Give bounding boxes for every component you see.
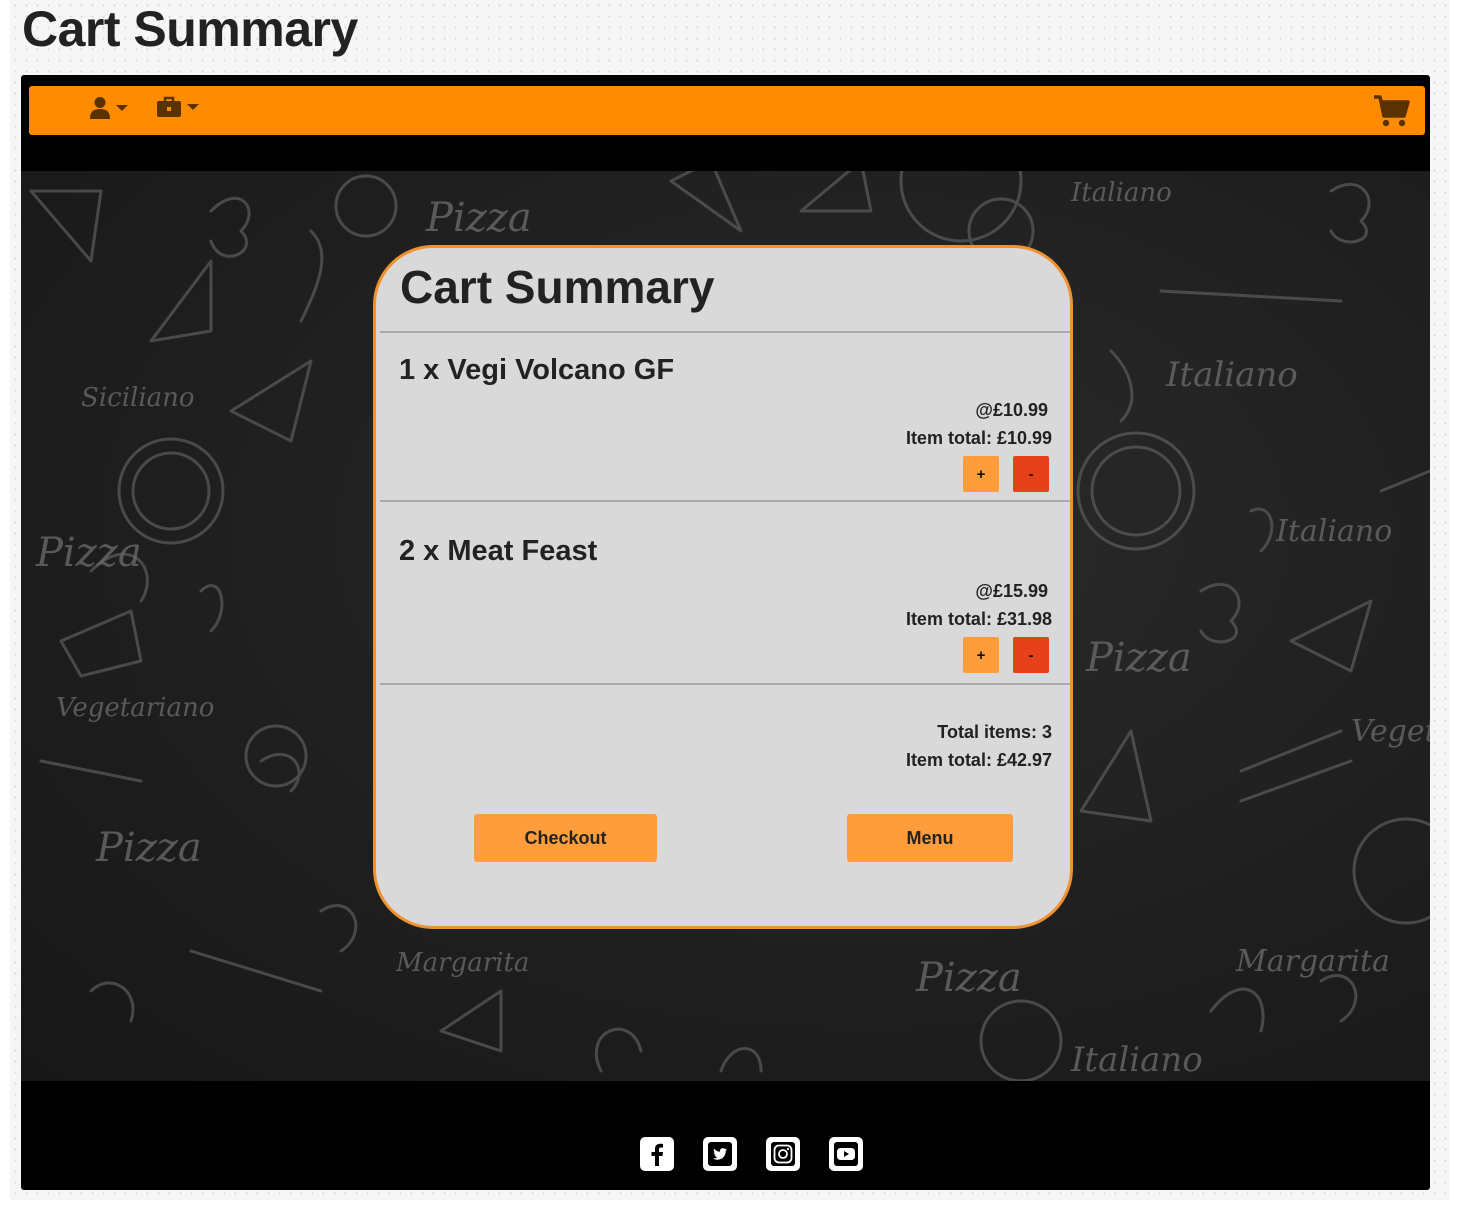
svg-text:Vegeta: Vegeta bbox=[1351, 714, 1430, 749]
svg-text:Siciliano: Siciliano bbox=[81, 383, 195, 413]
cart-button[interactable] bbox=[1373, 94, 1411, 133]
page-heading: Cart Summary bbox=[22, 1, 358, 57]
social-links bbox=[640, 1137, 863, 1171]
twitter-link[interactable] bbox=[703, 1137, 737, 1171]
total-items-count: Total items: 3 bbox=[937, 722, 1052, 742]
divider bbox=[380, 683, 1070, 685]
increase-quantity-button[interactable]: + bbox=[963, 637, 999, 673]
user-icon bbox=[90, 97, 110, 119]
svg-text:Italiano: Italiano bbox=[1070, 178, 1172, 208]
instagram-icon bbox=[771, 1142, 795, 1166]
increase-quantity-button[interactable]: + bbox=[963, 456, 999, 492]
app-frame: Pizza Pizza Pizza Pizza Pizza Siciliano … bbox=[21, 75, 1430, 1190]
cart-item-unit-price: @£15.99 bbox=[975, 581, 1048, 601]
cart-item-unit-price: @£10.99 bbox=[975, 400, 1048, 420]
menu-button[interactable]: Menu bbox=[847, 814, 1013, 862]
navbar bbox=[29, 86, 1425, 135]
cart-summary-title: Cart Summary bbox=[400, 261, 715, 313]
user-dropdown[interactable] bbox=[89, 96, 128, 120]
cart-item-total: Item total: £31.98 bbox=[905, 609, 1052, 629]
briefcase-icon bbox=[157, 96, 181, 117]
divider bbox=[380, 500, 1070, 502]
svg-text:Italiano: Italiano bbox=[1070, 1040, 1203, 1080]
svg-text:Vegetariano: Vegetariano bbox=[56, 693, 214, 723]
svg-text:Italiano: Italiano bbox=[1275, 514, 1392, 549]
chevron-down-icon bbox=[187, 104, 199, 110]
facebook-link[interactable] bbox=[640, 1137, 674, 1171]
svg-text:Margarita: Margarita bbox=[1235, 944, 1390, 979]
cart-summary-card: Cart Summary 1 x Vegi Volcano GF @£10.99… bbox=[373, 245, 1073, 929]
twitter-icon bbox=[708, 1142, 732, 1166]
svg-text:Italiano: Italiano bbox=[1165, 355, 1298, 395]
chevron-down-icon bbox=[116, 105, 128, 111]
hero-section: Pizza Pizza Pizza Pizza Pizza Siciliano … bbox=[21, 171, 1430, 1081]
svg-text:Pizza: Pizza bbox=[1085, 635, 1192, 681]
cart-item-name: 1 x Vegi Volcano GF bbox=[399, 354, 675, 386]
cart-icon bbox=[1374, 95, 1410, 127]
decrease-quantity-button[interactable]: - bbox=[1013, 637, 1049, 673]
svg-text:Pizza: Pizza bbox=[95, 825, 202, 871]
facebook-icon bbox=[651, 1143, 663, 1166]
svg-text:Pizza: Pizza bbox=[425, 195, 532, 241]
svg-text:Margarita: Margarita bbox=[395, 948, 529, 978]
svg-text:Pizza: Pizza bbox=[35, 530, 142, 576]
cart-grand-total: Item total: £42.97 bbox=[905, 750, 1052, 770]
checkout-button[interactable]: Checkout bbox=[474, 814, 657, 862]
divider bbox=[380, 331, 1070, 333]
youtube-icon bbox=[834, 1142, 858, 1166]
youtube-link[interactable] bbox=[829, 1137, 863, 1171]
cart-item-name: 2 x Meat Feast bbox=[399, 535, 598, 567]
cart-item-total: Item total: £10.99 bbox=[905, 428, 1052, 448]
decrease-quantity-button[interactable]: - bbox=[1013, 456, 1049, 492]
business-dropdown[interactable] bbox=[156, 96, 199, 118]
svg-text:Pizza: Pizza bbox=[915, 955, 1022, 1001]
instagram-link[interactable] bbox=[766, 1137, 800, 1171]
